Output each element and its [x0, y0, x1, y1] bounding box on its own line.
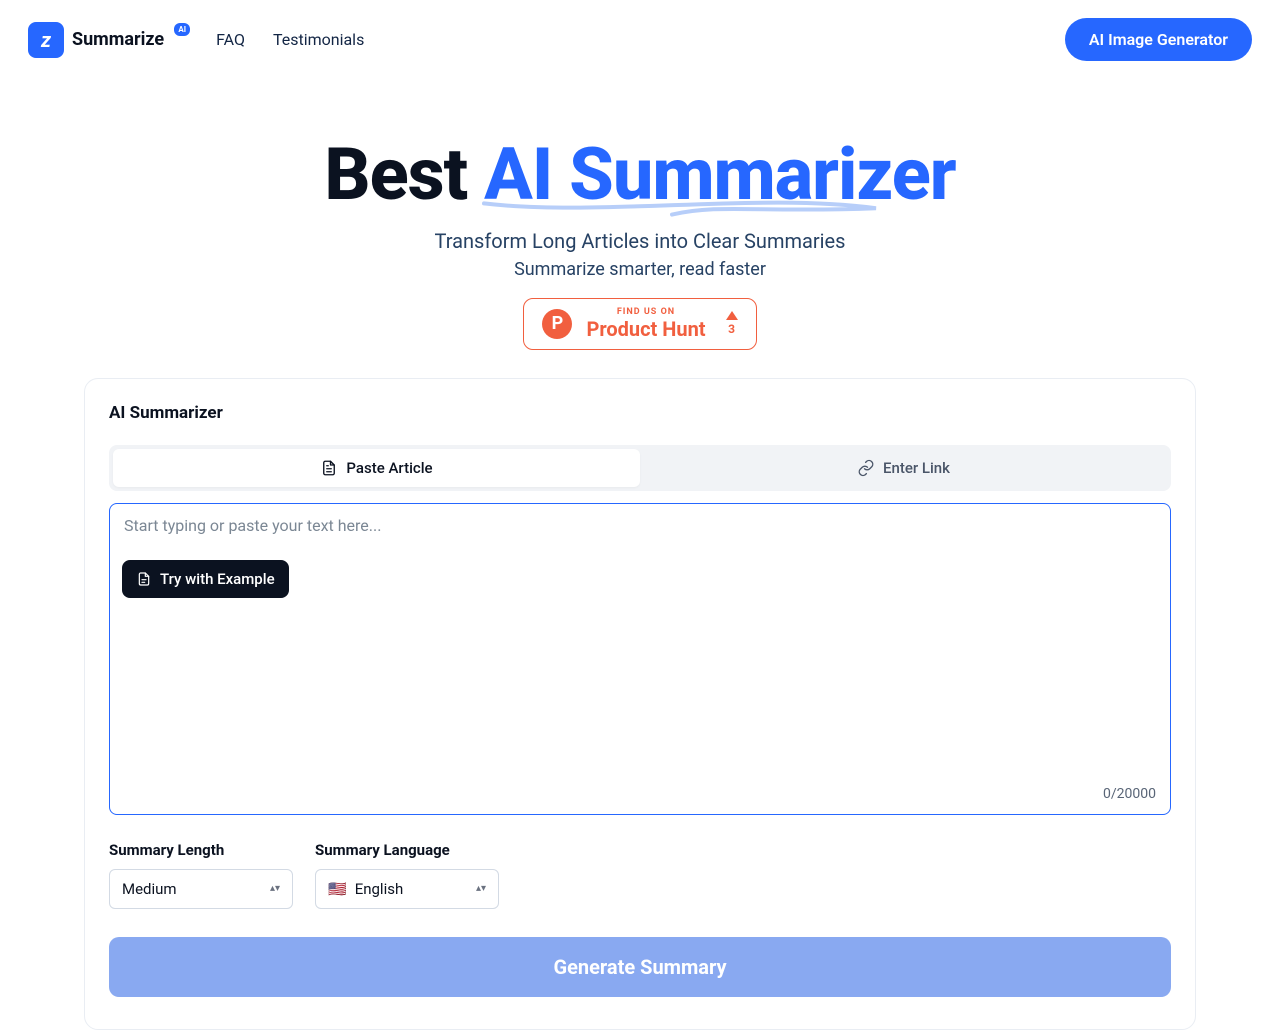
summary-length-control: Summary Length Medium ▴▾	[109, 841, 293, 909]
ph-vote-count: 3	[728, 322, 735, 336]
ph-small-text: FIND US ON	[586, 307, 705, 317]
hero-subtitle: Transform Long Articles into Clear Summa…	[0, 229, 1280, 253]
ph-large-text: Product Hunt	[586, 317, 705, 341]
summary-language-select[interactable]: 🇺🇸English ▴▾	[315, 869, 499, 909]
input-tabs: Paste Article Enter Link	[109, 445, 1171, 491]
article-textarea[interactable]	[124, 516, 1156, 770]
flag-icon: 🇺🇸	[328, 880, 347, 898]
nav-testimonials[interactable]: Testimonials	[273, 30, 364, 49]
brand-name: Summarize AI	[72, 29, 164, 50]
hero: Best AI Summarizer Transform Long Articl…	[0, 137, 1280, 350]
summarizer-card: AI Summarizer Paste Article Enter Link T…	[84, 378, 1196, 1030]
document-icon	[320, 459, 338, 477]
chevron-updown-icon: ▴▾	[270, 883, 280, 894]
summary-language-control: Summary Language 🇺🇸English ▴▾	[315, 841, 499, 909]
text-input-area: Try with Example 0/20000	[109, 503, 1171, 815]
chevron-updown-icon: ▴▾	[476, 883, 486, 894]
ph-votes: 3	[726, 311, 738, 336]
nav-faq[interactable]: FAQ	[216, 30, 245, 49]
brand-badge: AI	[174, 23, 190, 36]
hero-subtitle-2: Summarize smarter, read faster	[0, 259, 1280, 280]
product-hunt-badge[interactable]: P FIND US ON Product Hunt 3	[523, 298, 756, 350]
tab-paste-article[interactable]: Paste Article	[113, 449, 640, 487]
generate-summary-button[interactable]: Generate Summary	[109, 937, 1171, 997]
image-generator-button[interactable]: AI Image Generator	[1065, 18, 1252, 61]
document-icon	[136, 571, 152, 587]
up-triangle-icon	[726, 311, 738, 320]
brand-logo-icon: z	[28, 22, 64, 58]
summary-language-label: Summary Language	[315, 841, 499, 859]
link-icon	[857, 459, 875, 477]
product-hunt-icon: P	[542, 309, 572, 339]
char-counter: 0/20000	[1103, 786, 1156, 802]
tab-enter-link[interactable]: Enter Link	[640, 449, 1167, 487]
summary-length-select[interactable]: Medium ▴▾	[109, 869, 293, 909]
brand[interactable]: z Summarize AI	[28, 22, 164, 58]
hero-title: Best AI Summarizer	[0, 137, 1280, 213]
try-example-button[interactable]: Try with Example	[122, 560, 289, 598]
card-title: AI Summarizer	[109, 403, 1171, 423]
summary-length-label: Summary Length	[109, 841, 293, 859]
underline-swoosh-icon	[480, 197, 880, 221]
